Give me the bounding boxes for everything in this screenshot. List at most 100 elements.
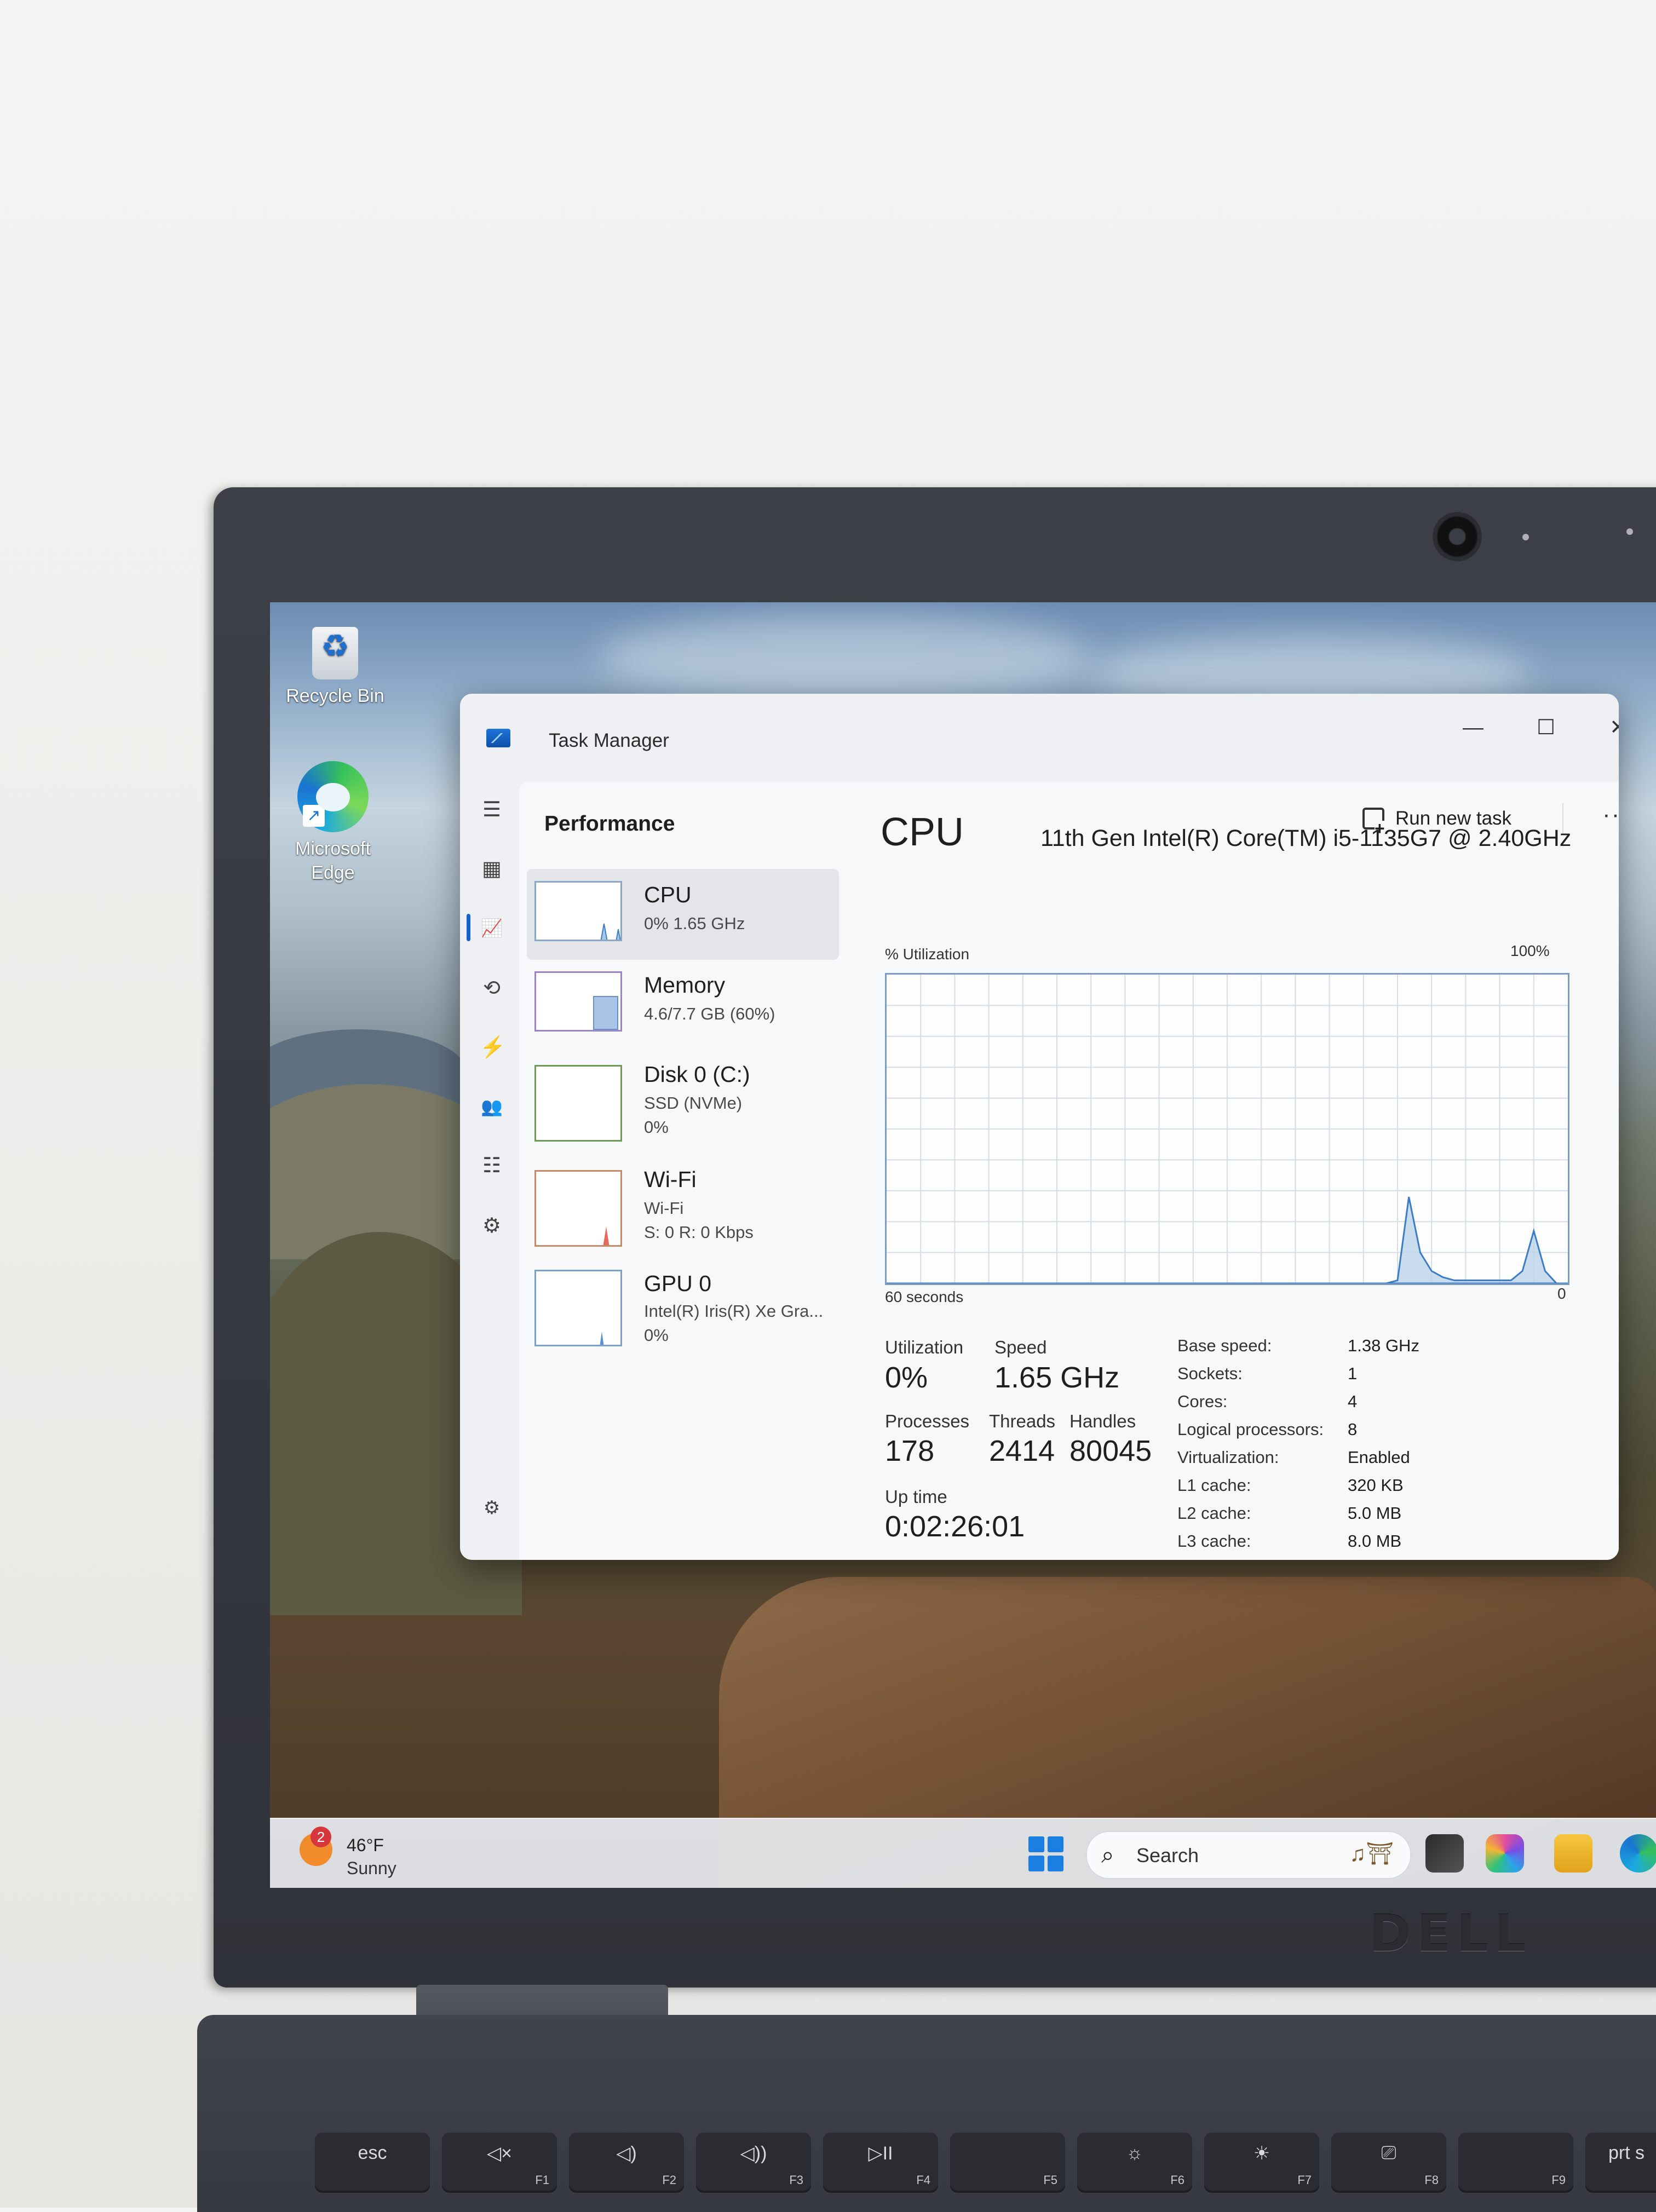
graph-time-span-label: 60 seconds: [885, 1288, 964, 1305]
camera-led: [1522, 534, 1529, 540]
uptime-value: 0:02:26:01: [885, 1510, 1025, 1543]
app-history-icon[interactable]: ⟲: [480, 976, 504, 1000]
recycle-bin-icon: [312, 627, 358, 679]
key-esc[interactable]: esc: [315, 2133, 430, 2193]
key-f4[interactable]: ▷II F4: [823, 2133, 938, 2193]
graph-min-label: 0: [1557, 1285, 1566, 1302]
microsoft-365-icon[interactable]: [1486, 1834, 1524, 1873]
disk-thumbnail-graph: [534, 1065, 622, 1142]
close-button[interactable]: ✕: [1596, 711, 1619, 744]
utilization-value: 0%: [885, 1361, 928, 1394]
gpu-thumbnail-graph: [534, 1270, 622, 1346]
weather-notification-badge: 2: [311, 1827, 331, 1847]
key-f2[interactable]: ◁) F2: [569, 2133, 684, 2193]
sidebar-item-memory[interactable]: Memory 4.6/7.7 GB (60%): [527, 959, 839, 1050]
page-title: Performance: [544, 812, 675, 836]
spec-l2-cache-label: L2 cache:: [1177, 1504, 1251, 1523]
maximize-button[interactable]: ☐: [1524, 711, 1568, 744]
processes-icon[interactable]: ▦: [480, 857, 504, 881]
nav-active-indicator: [467, 914, 470, 941]
weather-temperature[interactable]: 46°F: [347, 1835, 384, 1856]
hamburger-menu-icon[interactable]: ☰: [480, 798, 504, 822]
services-icon[interactable]: ⚙: [480, 1214, 504, 1238]
startup-apps-icon[interactable]: ⚡: [480, 1035, 505, 1059]
spec-sockets-label: Sockets:: [1177, 1364, 1243, 1383]
users-icon[interactable]: 👥: [480, 1095, 504, 1119]
spec-logical-processors-label: Logical processors:: [1177, 1420, 1324, 1439]
function-key-row: esc ◁× F1 ◁) F2 ◁)) F3 ▷II F4 F5 ☼ F6 ☀ F7 ⎚ F8…: [315, 2133, 1656, 2193]
window-title: Task Manager: [549, 730, 669, 751]
taskbar: 2 46°F Sunny ⌕ Search ♫⛩: [270, 1818, 1656, 1888]
webcam-icon: [1433, 512, 1482, 561]
desktop-screen: Recycle Bin ↗ Microsoft Edge Task Manage…: [270, 602, 1656, 1888]
weather-condition[interactable]: Sunny: [347, 1858, 396, 1879]
more-options-button[interactable]: ···: [1602, 801, 1619, 828]
start-button[interactable]: [1028, 1836, 1063, 1871]
processes-value: 178: [885, 1435, 935, 1467]
wifi-thumbnail-graph: [534, 1170, 622, 1247]
ambient-sensor: [1626, 528, 1633, 535]
memory-usage-fill: [593, 995, 618, 1030]
spec-l1-cache-label: L1 cache:: [1177, 1476, 1251, 1495]
handles-value: 80045: [1070, 1435, 1152, 1467]
desktop-icon-recycle-bin[interactable]: Recycle Bin: [283, 627, 387, 708]
search-icon: ⌕: [1101, 1842, 1114, 1868]
memory-thumbnail-graph: [534, 971, 622, 1032]
windows-logo-pane: [1028, 1836, 1044, 1852]
threads-label: Threads: [989, 1411, 1056, 1431]
details-icon[interactable]: ☷: [480, 1154, 504, 1178]
key-f8[interactable]: ⎚ F8: [1331, 2133, 1446, 2193]
desktop-icon-microsoft-edge[interactable]: ↗ Microsoft Edge: [286, 761, 380, 885]
title-bar[interactable]: Task Manager — ☐ ✕: [460, 694, 1619, 751]
key-f1[interactable]: ◁× F1: [442, 2133, 557, 2193]
spec-l3-cache-label: L3 cache:: [1177, 1531, 1251, 1551]
speed-value: 1.65 GHz: [994, 1361, 1120, 1394]
spec-cores-label: Cores:: [1177, 1392, 1228, 1411]
search-placeholder: Search: [1136, 1844, 1199, 1867]
spec-l1-cache-value: 320 KB: [1348, 1476, 1404, 1495]
utilization-label: Utilization: [885, 1337, 964, 1357]
key-f5[interactable]: F5: [950, 2133, 1065, 2193]
processes-label: Processes: [885, 1411, 970, 1431]
cpu-thumbnail-graph: [534, 881, 622, 941]
edge-icon: ↗: [297, 761, 369, 832]
wallpaper-cloud: [599, 613, 1091, 701]
key-f6[interactable]: ☼ F6: [1077, 2133, 1192, 2193]
sidebar-item-disk[interactable]: Disk 0 (C:) SSD (NVMe) 0%: [527, 1049, 839, 1147]
windows-logo-pane: [1028, 1856, 1044, 1871]
spec-l2-cache-value: 5.0 MB: [1348, 1504, 1402, 1523]
sidebar-item-gpu[interactable]: GPU 0 Intel(R) Iris(R) Xe Gra... 0%: [527, 1258, 839, 1351]
spec-virtualization-value: Enabled: [1348, 1448, 1410, 1467]
spec-base-speed-label: Base speed:: [1177, 1336, 1272, 1355]
key-f7[interactable]: ☀ F7: [1204, 2133, 1319, 2193]
gpu-thumbnail-sparkline: [600, 1332, 604, 1345]
spec-virtualization-label: Virtualization:: [1177, 1448, 1279, 1467]
edge-taskbar-icon[interactable]: [1620, 1834, 1656, 1873]
threads-value: 2414: [989, 1435, 1055, 1467]
cpu-thumbnail-sparkline: [600, 923, 620, 940]
minimize-button[interactable]: —: [1451, 711, 1495, 744]
task-view-icon[interactable]: [1425, 1834, 1464, 1873]
settings-icon[interactable]: ⚙: [480, 1496, 504, 1520]
handles-label: Handles: [1070, 1411, 1136, 1431]
speed-label: Speed: [994, 1337, 1047, 1357]
sidebar-item-wifi[interactable]: Wi-Fi Wi-Fi S: 0 R: 0 Kbps: [527, 1154, 839, 1252]
taskbar-search-box[interactable]: ⌕ Search ♫⛩: [1086, 1831, 1411, 1879]
file-explorer-icon[interactable]: [1554, 1834, 1592, 1873]
search-highlight-icon: ♫⛩: [1349, 1842, 1394, 1866]
windows-logo-pane: [1048, 1836, 1063, 1852]
spec-l3-cache-value: 8.0 MB: [1348, 1531, 1402, 1551]
sidebar-item-cpu[interactable]: CPU 0% 1.65 GHz: [527, 869, 839, 960]
key-f3[interactable]: ◁)) F3: [696, 2133, 811, 2193]
key-print-screen[interactable]: prt s: [1585, 2133, 1656, 2193]
spec-sockets-value: 1: [1348, 1364, 1358, 1383]
uptime-label: Up time: [885, 1487, 947, 1507]
performance-icon[interactable]: 📈: [480, 916, 504, 940]
task-manager-app-icon: [486, 729, 510, 747]
dell-logo: DELL: [1369, 1904, 1532, 1963]
windows-logo-pane: [1048, 1856, 1063, 1871]
cpu-model-name: 11th Gen Intel(R) Core(TM) i5-1135G7 @ 2…: [1040, 825, 1572, 851]
key-f9[interactable]: F9: [1458, 2133, 1573, 2193]
cpu-utilization-graph: [885, 973, 1569, 1285]
graph-utilization-label: % Utilization: [885, 946, 970, 963]
